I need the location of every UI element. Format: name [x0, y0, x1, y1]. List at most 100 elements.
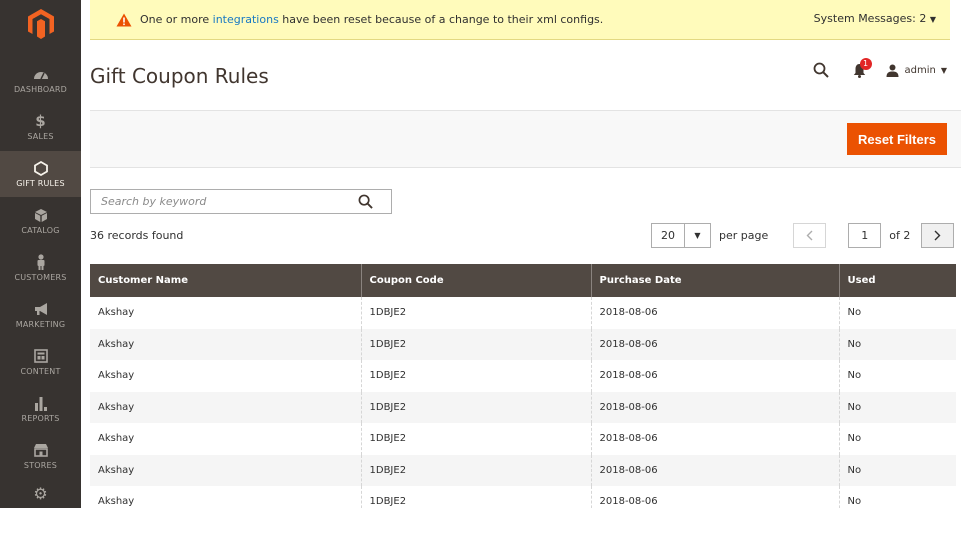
sidebar-item-label: CONTENT — [20, 367, 61, 376]
table-row[interactable]: Akshay 1DBJE2 2018-08-06 No — [90, 360, 956, 392]
sidebar-item-dashboard[interactable]: DASHBOARD — [0, 57, 81, 103]
purchase-date-cell: 2018-08-06 — [591, 391, 840, 423]
coupon-grid: Customer Name Coupon Code Purchase Date … — [90, 264, 956, 508]
sidebar-item-label: CUSTOMERS — [14, 273, 67, 282]
warning-icon — [116, 13, 132, 27]
system-message-bar: One or more integrations have been reset… — [90, 0, 950, 40]
magento-logo[interactable] — [0, 0, 81, 48]
sidebar-item-label: CATALOG — [21, 226, 60, 235]
sidebar-item-content[interactable]: CONTENT — [0, 339, 81, 385]
coupon-code-cell: 1DBJE2 — [361, 423, 592, 455]
person-icon — [36, 253, 46, 271]
used-cell: No — [839, 391, 956, 423]
system-messages-label: System Messages: 2 — [813, 12, 927, 25]
user-menu[interactable]: admin ▼ — [886, 64, 947, 77]
coupon-code-cell: 1DBJE2 — [361, 454, 592, 486]
cube-icon — [34, 206, 48, 224]
purchase-date-cell: 2018-08-06 — [591, 328, 840, 360]
column-header-used[interactable]: Used — [839, 264, 956, 297]
used-cell: No — [847, 496, 862, 508]
dollar-icon: $ — [35, 112, 46, 130]
records-found: 36 records found — [90, 229, 184, 242]
sidebar-item-label: GIFT RULES — [16, 179, 65, 188]
chevron-left-icon — [806, 230, 813, 241]
sidebar-item-marketing[interactable]: MARKETING — [0, 292, 81, 338]
sidebar-item-sales[interactable]: $ SALES — [0, 104, 81, 150]
purchase-date-cell: 2018-08-06 — [591, 486, 840, 508]
coupon-code-cell: 1DBJE2 — [361, 486, 592, 508]
used-cell: No — [847, 307, 862, 319]
table-body: Akshay 1DBJE2 2018-08-06 No Akshay 1DBJE2 2018… — [90, 297, 956, 508]
keyword-search — [90, 189, 392, 214]
purchase-date-cell: 2018-08-06 — [591, 423, 840, 455]
next-page-button[interactable] — [921, 223, 955, 248]
table-row[interactable]: Akshay 1DBJE2 2018-08-06 No — [90, 328, 956, 360]
notification-count-badge: 1 — [859, 57, 872, 70]
chevron-right-icon — [934, 230, 941, 241]
total-pages-label: of 2 — [889, 229, 911, 242]
search-icon[interactable] — [358, 194, 373, 213]
table-row[interactable]: Akshay 1DBJE2 2018-08-06 No — [90, 486, 956, 508]
page-title: Gift Coupon Rules — [90, 64, 269, 88]
notifications-bell-icon[interactable]: 1 — [853, 57, 872, 78]
customer-name-cell: Akshay — [90, 454, 362, 486]
main-content: One or more integrations have been reset… — [81, 0, 961, 508]
used-cell: No — [839, 454, 956, 486]
column-header-purchase-date[interactable]: Purchase Date — [591, 264, 840, 297]
coupon-code-cell: 1DBJE2 — [361, 328, 592, 360]
sidebar: DASHBOARD $ SALES GIFT RULES CATALOG CUS… — [0, 0, 81, 508]
megaphone-icon — [33, 300, 49, 318]
sidebar-item-label: MARKETING — [15, 320, 66, 329]
used-cell: No — [839, 328, 956, 360]
search-icon[interactable] — [813, 62, 829, 78]
per-page-dropdown-button[interactable]: ▼ — [685, 223, 711, 248]
sidebar-item-stores[interactable]: STORES — [0, 433, 81, 479]
sidebar-item-reports[interactable]: REPORTS — [0, 386, 81, 432]
sidebar-item-catalog[interactable]: CATALOG — [0, 198, 81, 244]
system-messages-toggle[interactable]: System Messages: 2 ▼ — [814, 12, 936, 25]
sidebar-item-label: REPORTS — [21, 414, 60, 423]
column-header-coupon-code[interactable]: Coupon Code — [361, 264, 592, 297]
coupon-code-cell: 1DBJE2 — [361, 391, 592, 423]
page-actions-bar: Reset Filters — [90, 110, 961, 168]
sidebar-item-label: DASHBOARD — [13, 85, 68, 94]
layout-icon — [33, 347, 48, 365]
bar-chart-icon — [34, 394, 48, 412]
message-suffix: have been reset because of a change to t… — [278, 13, 604, 26]
chevron-down-icon: ▼ — [929, 15, 936, 24]
table-row[interactable]: Akshay 1DBJE2 2018-08-06 No — [90, 391, 956, 423]
header-actions: 1 admin ▼ — [813, 57, 947, 78]
sidebar-item-label: STORES — [23, 461, 58, 470]
customer-name-cell: Akshay — [90, 328, 362, 360]
search-input[interactable] — [99, 194, 353, 209]
used-cell: No — [847, 433, 862, 445]
customer-name-cell: Akshay — [90, 297, 362, 329]
integrations-link[interactable]: integrations — [213, 13, 279, 26]
sidebar-item-gift-rules[interactable]: GIFT RULES — [0, 151, 81, 197]
previous-page-button[interactable] — [793, 223, 827, 248]
per-page-value[interactable]: 20 — [651, 223, 685, 248]
reset-filters-button[interactable]: Reset Filters — [847, 123, 947, 155]
gear-icon: ⚙ — [33, 483, 48, 503]
sidebar-item-system[interactable]: ⚙ — [0, 480, 81, 508]
column-header-customer-name[interactable]: Customer Name — [90, 264, 362, 297]
pagination: 20 ▼ per page 1 of 2 — [651, 223, 955, 248]
message-prefix: One or more — [140, 13, 213, 26]
used-cell: No — [847, 370, 862, 382]
chevron-down-icon: ▼ — [694, 231, 701, 240]
table-row[interactable]: Akshay 1DBJE2 2018-08-06 No — [90, 297, 956, 329]
customer-name-cell: Akshay — [90, 360, 362, 392]
table-row[interactable]: Akshay 1DBJE2 2018-08-06 No — [90, 454, 956, 486]
hexagon-icon — [33, 159, 48, 177]
chevron-down-icon: ▼ — [940, 65, 947, 75]
customer-name-cell: Akshay — [90, 391, 362, 423]
current-page-input[interactable]: 1 — [848, 223, 882, 248]
store-icon — [33, 441, 49, 459]
table-header-row: Customer Name Coupon Code Purchase Date … — [90, 264, 956, 297]
customer-name-cell: Akshay — [90, 486, 362, 508]
sidebar-item-customers[interactable]: CUSTOMERS — [0, 245, 81, 291]
user-icon — [886, 64, 899, 77]
per-page-label: per page — [719, 229, 769, 242]
coupon-code-cell: 1DBJE2 — [361, 297, 592, 329]
table-row[interactable]: Akshay 1DBJE2 2018-08-06 No — [90, 423, 956, 455]
